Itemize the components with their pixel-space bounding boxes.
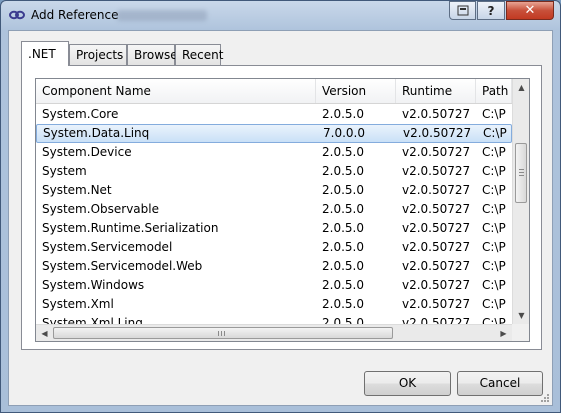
horizontal-scroll-thumb[interactable] [53,327,393,339]
path-cell: C:\P [482,278,506,292]
resize-grip-icon[interactable] [540,393,550,403]
close-icon: ✕ [524,3,536,18]
path-cell: C:\P [482,183,506,197]
component-name-cell: System.Core [42,107,119,121]
version-cell: 2.0.5.0 [322,183,364,197]
component-name-cell: System.Runtime.Serialization [42,221,219,235]
list-rows: System.Core 2.0.5.0 v2.0.50727 C:\P System.D… [36,105,512,333]
context-help-icon [457,5,468,16]
help-button[interactable]: ? [477,1,505,20]
runtime-cell: v2.0.50727 [402,164,471,178]
version-cell: 2.0.5.0 [322,202,364,216]
scroll-left-arrow-icon[interactable]: ◀ [36,325,53,341]
table-row[interactable]: System.Runtime.Serialization 2.0.5.0 v2.0.… [36,219,512,238]
scroll-up-arrow-icon[interactable]: ▲ [513,79,529,96]
path-cell: C:\P [482,297,506,311]
runtime-cell: v2.0.50727 [403,126,472,140]
component-name-cell: System.Observable [42,202,159,216]
vertical-scroll-thumb[interactable] [515,143,527,203]
blurred-title-text [117,10,207,21]
close-button[interactable]: ✕ [506,1,554,20]
component-name-cell: System.Device [42,145,132,159]
path-cell: C:\P [482,202,506,216]
column-header-path[interactable]: Path [476,79,512,103]
runtime-cell: v2.0.50727 [402,240,471,254]
component-name-cell: System.Windows [42,278,145,292]
cancel-button[interactable]: Cancel [457,371,543,396]
version-cell: 2.0.5.0 [322,107,364,121]
component-name-cell: System.Xml [42,297,114,311]
question-icon: ? [487,3,495,18]
runtime-cell: v2.0.50727 [402,259,471,273]
table-row[interactable]: System.Core 2.0.5.0 v2.0.50727 C:\P [36,105,512,124]
horizontal-scrollbar[interactable]: ◀ ▶ [36,324,512,341]
column-header-runtime[interactable]: Runtime [396,79,476,103]
table-row[interactable]: System.Observable 2.0.5.0 v2.0.50727 C:\P [36,200,512,219]
runtime-cell: v2.0.50727 [402,183,471,197]
component-name-cell: System.Servicemodel [42,240,173,254]
version-cell: 2.0.5.0 [322,164,364,178]
scroll-right-arrow-icon[interactable]: ▶ [495,325,512,341]
ok-button[interactable]: OK [364,371,451,396]
runtime-cell: v2.0.50727 [402,202,471,216]
path-cell: C:\P [482,164,506,178]
component-name-cell: System.Servicemodel.Web [42,259,203,273]
path-cell: C:\P [482,145,506,159]
component-list[interactable]: Component Name Version Runtime Path Syst… [35,78,530,342]
version-cell: 2.0.5.0 [322,145,364,159]
dialog-client-area: .NET Projects Browse Recent Component Name … [8,30,553,406]
table-row[interactable]: System 2.0.5.0 v2.0.50727 C:\P [36,162,512,181]
table-row[interactable]: System.Xml 2.0.5.0 v2.0.50727 C:\P [36,295,512,314]
scrollbar-corner [512,324,529,341]
column-header-component-name[interactable]: Component Name [36,79,316,103]
reference-link-icon [9,10,25,20]
table-row[interactable]: System.Net 2.0.5.0 v2.0.50727 C:\P [36,181,512,200]
runtime-cell: v2.0.50727 [402,221,471,235]
add-reference-dialog: Add Reference ? ✕ .NET Projects Browse Rece… [0,0,561,413]
path-cell: C:\P [482,107,506,121]
version-cell: 2.0.5.0 [322,297,364,311]
path-cell: C:\P [482,221,506,235]
tab-panel-net: Component Name Version Runtime Path Syst… [21,65,542,350]
table-row[interactable]: System.Servicemodel.Web 2.0.5.0 v2.0.50727… [36,257,512,276]
runtime-cell: v2.0.50727 [402,278,471,292]
tab-net[interactable]: .NET [21,41,69,66]
table-row[interactable]: System.Servicemodel 2.0.5.0 v2.0.50727 C:\P [36,238,512,257]
window-title: Add Reference [31,8,119,22]
tab-recent[interactable]: Recent [175,44,223,65]
tab-projects[interactable]: Projects [69,44,127,65]
table-row[interactable]: System.Windows 2.0.5.0 v2.0.50727 C:\P [36,276,512,295]
component-name-cell: System.Net [42,183,112,197]
vertical-scrollbar[interactable]: ▲ ▼ [512,79,529,324]
scroll-down-arrow-icon[interactable]: ▼ [513,307,529,324]
path-cell: C:\P [482,259,506,273]
version-cell: 2.0.5.0 [322,259,364,273]
version-cell: 7.0.0.0 [323,126,365,140]
path-cell: C:\P [482,240,506,254]
column-header-version[interactable]: Version [316,79,396,103]
component-name-cell: System.Data.Linq [43,126,150,140]
component-name-cell: System [42,164,87,178]
version-cell: 2.0.5.0 [322,221,364,235]
runtime-cell: v2.0.50727 [402,297,471,311]
version-cell: 2.0.5.0 [322,278,364,292]
context-help-button[interactable] [449,1,476,20]
tab-browse[interactable]: Browse [127,44,178,65]
path-cell: C:\P [483,126,507,140]
runtime-cell: v2.0.50727 [402,145,471,159]
table-row[interactable]: System.Device 2.0.5.0 v2.0.50727 C:\P [36,143,512,162]
table-row[interactable]: System.Data.Linq 7.0.0.0 v2.0.50727 C:\P [36,124,512,143]
title-bar[interactable]: Add Reference ? ✕ [1,1,560,30]
runtime-cell: v2.0.50727 [402,107,471,121]
version-cell: 2.0.5.0 [322,240,364,254]
list-header: Component Name Version Runtime Path [36,79,512,104]
